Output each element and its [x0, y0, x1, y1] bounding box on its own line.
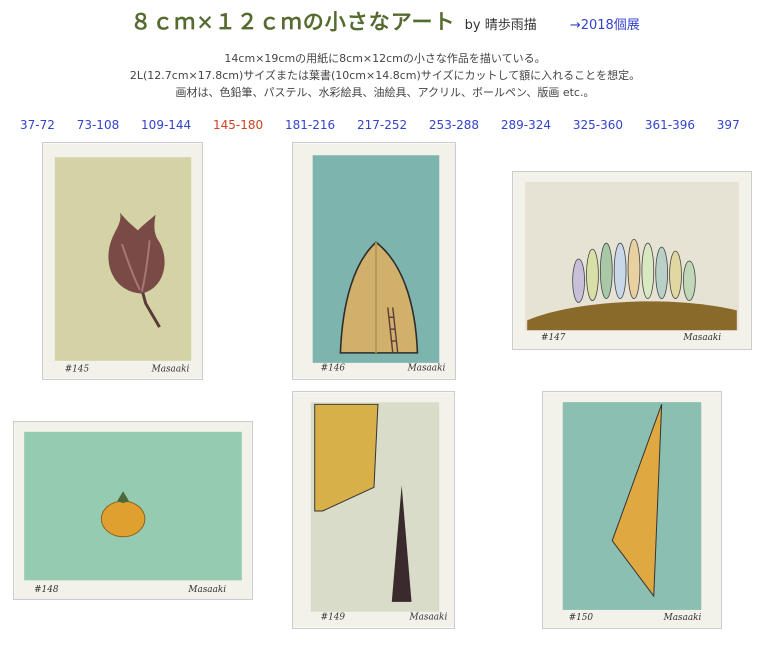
range-nav: 37-72 73-108 109-144 145-180 181-216 217…: [20, 118, 770, 132]
artwork-150[interactable]: #150 Masaaki: [542, 391, 722, 629]
nav-link-37-72[interactable]: 37-72: [20, 118, 55, 132]
artwork-148-image: #148 Masaaki: [14, 422, 252, 599]
artwork-146-image: #146 Masaaki: [293, 143, 455, 379]
artwork-signature: Masaaki: [187, 585, 226, 595]
artwork-number: #148: [34, 585, 59, 595]
page-title: ８ｃｍ×１２ｃｍの小さなアート: [130, 9, 456, 34]
page-header: ８ｃｍ×１２ｃｍの小さなアート by 晴歩雨描 →2018個展: [0, 6, 770, 36]
artwork-145[interactable]: #145 Masaaki: [42, 142, 203, 380]
artwork-signature: Masaaki: [663, 613, 702, 623]
artwork-signature: Masaaki: [407, 364, 446, 374]
artwork-150-image: #150 Masaaki: [543, 392, 721, 628]
description-line: 画材は、色鉛筆、パステル、水彩絵具、油絵具、アクリル、ボールペン、版画 etc.…: [175, 86, 595, 99]
artwork-number: #147: [541, 333, 566, 343]
nav-link-397[interactable]: 397: [717, 118, 740, 132]
artwork-149[interactable]: #149 Masaaki: [292, 391, 455, 629]
artwork-147[interactable]: #147 Masaaki: [512, 171, 752, 350]
artwork-signature: Masaaki: [151, 365, 190, 375]
artwork-number: #149: [321, 613, 346, 623]
exhibition-link[interactable]: →2018個展: [570, 18, 640, 33]
byline: by 晴歩雨描: [464, 18, 537, 33]
artwork-145-image: #145 Masaaki: [43, 143, 202, 379]
description: 14cm×19cmの用紙に8cm×12cmの小さな作品を描いている。 2L(12…: [0, 50, 770, 101]
nav-link-181-216[interactable]: 181-216: [285, 118, 335, 132]
nav-link-73-108[interactable]: 73-108: [77, 118, 120, 132]
artwork-149-image: #149 Masaaki: [293, 392, 454, 628]
nav-link-253-288[interactable]: 253-288: [429, 118, 479, 132]
artwork-signature: Masaaki: [409, 613, 448, 623]
description-line: 14cm×19cmの用紙に8cm×12cmの小さな作品を描いている。: [224, 52, 546, 65]
nav-link-289-324[interactable]: 289-324: [501, 118, 551, 132]
nav-link-217-252[interactable]: 217-252: [357, 118, 407, 132]
nav-link-325-360[interactable]: 325-360: [573, 118, 623, 132]
artwork-148[interactable]: #148 Masaaki: [13, 421, 253, 600]
artwork-number: #150: [569, 613, 594, 623]
nav-link-145-180[interactable]: 145-180: [213, 118, 263, 132]
artwork-number: #145: [65, 365, 90, 375]
artwork-signature: Masaaki: [682, 333, 721, 343]
artwork-146[interactable]: #146 Masaaki: [292, 142, 456, 380]
description-line: 2L(12.7cm×17.8cm)サイズまたは葉書(10cm×14.8cm)サイ…: [129, 69, 641, 82]
artwork-number: #146: [321, 364, 346, 374]
nav-link-109-144[interactable]: 109-144: [141, 118, 191, 132]
artwork-147-image: #147 Masaaki: [513, 172, 751, 349]
nav-link-361-396[interactable]: 361-396: [645, 118, 695, 132]
